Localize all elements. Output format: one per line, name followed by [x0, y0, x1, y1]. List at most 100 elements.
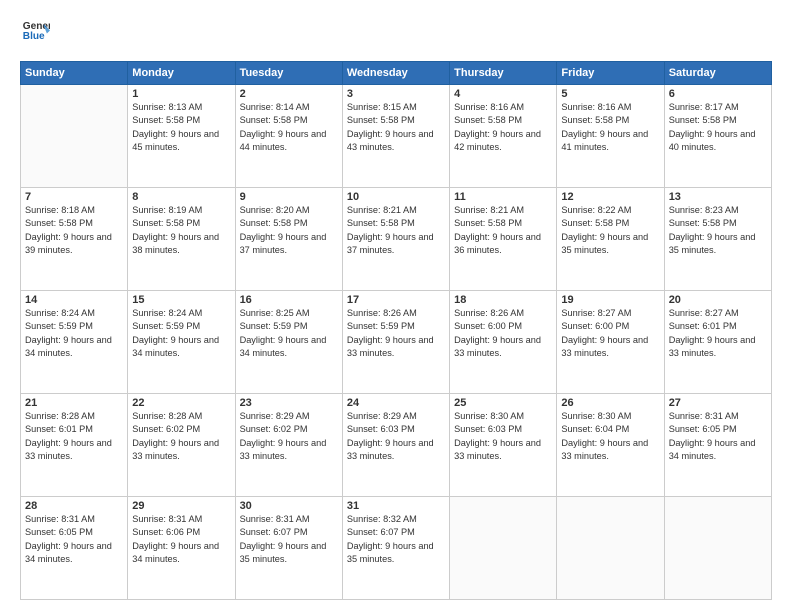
- day-info: Sunrise: 8:20 AMSunset: 5:58 PMDaylight:…: [240, 204, 338, 257]
- week-row-3: 21Sunrise: 8:28 AMSunset: 6:01 PMDayligh…: [21, 394, 772, 497]
- logo-icon: General Blue: [22, 18, 50, 46]
- calendar-table: SundayMondayTuesdayWednesdayThursdayFrid…: [20, 61, 772, 600]
- day-cell: 19Sunrise: 8:27 AMSunset: 6:00 PMDayligh…: [557, 291, 664, 394]
- day-number: 20: [669, 294, 767, 306]
- day-number: 25: [454, 397, 552, 409]
- day-info: Sunrise: 8:28 AMSunset: 6:02 PMDaylight:…: [132, 410, 230, 463]
- day-cell: 20Sunrise: 8:27 AMSunset: 6:01 PMDayligh…: [664, 291, 771, 394]
- day-number: 12: [561, 191, 659, 203]
- week-row-0: 1Sunrise: 8:13 AMSunset: 5:58 PMDaylight…: [21, 85, 772, 188]
- day-cell: 27Sunrise: 8:31 AMSunset: 6:05 PMDayligh…: [664, 394, 771, 497]
- day-number: 19: [561, 294, 659, 306]
- day-info: Sunrise: 8:23 AMSunset: 5:58 PMDaylight:…: [669, 204, 767, 257]
- day-cell: 22Sunrise: 8:28 AMSunset: 6:02 PMDayligh…: [128, 394, 235, 497]
- day-number: 7: [25, 191, 123, 203]
- day-number: 13: [669, 191, 767, 203]
- day-info: Sunrise: 8:21 AMSunset: 5:58 PMDaylight:…: [347, 204, 445, 257]
- day-number: 8: [132, 191, 230, 203]
- weekday-header-sunday: Sunday: [21, 62, 128, 85]
- day-cell: 26Sunrise: 8:30 AMSunset: 6:04 PMDayligh…: [557, 394, 664, 497]
- day-info: Sunrise: 8:31 AMSunset: 6:05 PMDaylight:…: [669, 410, 767, 463]
- day-cell: 9Sunrise: 8:20 AMSunset: 5:58 PMDaylight…: [235, 188, 342, 291]
- weekday-header-monday: Monday: [128, 62, 235, 85]
- day-info: Sunrise: 8:26 AMSunset: 5:59 PMDaylight:…: [347, 307, 445, 360]
- day-cell: 15Sunrise: 8:24 AMSunset: 5:59 PMDayligh…: [128, 291, 235, 394]
- day-number: 18: [454, 294, 552, 306]
- day-cell: 23Sunrise: 8:29 AMSunset: 6:02 PMDayligh…: [235, 394, 342, 497]
- day-cell: 7Sunrise: 8:18 AMSunset: 5:58 PMDaylight…: [21, 188, 128, 291]
- day-info: Sunrise: 8:24 AMSunset: 5:59 PMDaylight:…: [25, 307, 123, 360]
- day-info: Sunrise: 8:13 AMSunset: 5:58 PMDaylight:…: [132, 101, 230, 154]
- day-number: 15: [132, 294, 230, 306]
- day-info: Sunrise: 8:21 AMSunset: 5:58 PMDaylight:…: [454, 204, 552, 257]
- day-number: 9: [240, 191, 338, 203]
- page: General Blue SundayMondayTuesdayWednesda…: [0, 0, 792, 612]
- day-cell: 6Sunrise: 8:17 AMSunset: 5:58 PMDaylight…: [664, 85, 771, 188]
- day-info: Sunrise: 8:27 AMSunset: 6:00 PMDaylight:…: [561, 307, 659, 360]
- weekday-header-saturday: Saturday: [664, 62, 771, 85]
- weekday-header-wednesday: Wednesday: [342, 62, 449, 85]
- day-number: 23: [240, 397, 338, 409]
- day-info: Sunrise: 8:14 AMSunset: 5:58 PMDaylight:…: [240, 101, 338, 154]
- day-cell: [557, 497, 664, 600]
- svg-text:Blue: Blue: [23, 31, 45, 42]
- day-number: 30: [240, 500, 338, 512]
- day-info: Sunrise: 8:30 AMSunset: 6:04 PMDaylight:…: [561, 410, 659, 463]
- week-row-4: 28Sunrise: 8:31 AMSunset: 6:05 PMDayligh…: [21, 497, 772, 600]
- day-info: Sunrise: 8:22 AMSunset: 5:58 PMDaylight:…: [561, 204, 659, 257]
- day-cell: 29Sunrise: 8:31 AMSunset: 6:06 PMDayligh…: [128, 497, 235, 600]
- day-info: Sunrise: 8:18 AMSunset: 5:58 PMDaylight:…: [25, 204, 123, 257]
- day-number: 27: [669, 397, 767, 409]
- day-info: Sunrise: 8:29 AMSunset: 6:03 PMDaylight:…: [347, 410, 445, 463]
- week-row-1: 7Sunrise: 8:18 AMSunset: 5:58 PMDaylight…: [21, 188, 772, 291]
- day-cell: 14Sunrise: 8:24 AMSunset: 5:59 PMDayligh…: [21, 291, 128, 394]
- day-number: 16: [240, 294, 338, 306]
- day-info: Sunrise: 8:17 AMSunset: 5:58 PMDaylight:…: [669, 101, 767, 154]
- day-number: 14: [25, 294, 123, 306]
- day-cell: 13Sunrise: 8:23 AMSunset: 5:58 PMDayligh…: [664, 188, 771, 291]
- day-number: 6: [669, 88, 767, 100]
- day-cell: [664, 497, 771, 600]
- header: General Blue: [20, 18, 772, 51]
- day-info: Sunrise: 8:28 AMSunset: 6:01 PMDaylight:…: [25, 410, 123, 463]
- logo: General Blue: [20, 18, 50, 51]
- day-cell: [450, 497, 557, 600]
- day-cell: 31Sunrise: 8:32 AMSunset: 6:07 PMDayligh…: [342, 497, 449, 600]
- day-cell: 8Sunrise: 8:19 AMSunset: 5:58 PMDaylight…: [128, 188, 235, 291]
- day-number: 22: [132, 397, 230, 409]
- day-number: 2: [240, 88, 338, 100]
- week-row-2: 14Sunrise: 8:24 AMSunset: 5:59 PMDayligh…: [21, 291, 772, 394]
- weekday-header-tuesday: Tuesday: [235, 62, 342, 85]
- day-info: Sunrise: 8:27 AMSunset: 6:01 PMDaylight:…: [669, 307, 767, 360]
- day-number: 5: [561, 88, 659, 100]
- day-cell: 28Sunrise: 8:31 AMSunset: 6:05 PMDayligh…: [21, 497, 128, 600]
- day-info: Sunrise: 8:31 AMSunset: 6:06 PMDaylight:…: [132, 513, 230, 566]
- day-number: 4: [454, 88, 552, 100]
- day-info: Sunrise: 8:31 AMSunset: 6:05 PMDaylight:…: [25, 513, 123, 566]
- day-number: 11: [454, 191, 552, 203]
- weekday-header-friday: Friday: [557, 62, 664, 85]
- day-number: 21: [25, 397, 123, 409]
- day-cell: 17Sunrise: 8:26 AMSunset: 5:59 PMDayligh…: [342, 291, 449, 394]
- day-number: 29: [132, 500, 230, 512]
- day-number: 3: [347, 88, 445, 100]
- day-cell: 11Sunrise: 8:21 AMSunset: 5:58 PMDayligh…: [450, 188, 557, 291]
- day-info: Sunrise: 8:32 AMSunset: 6:07 PMDaylight:…: [347, 513, 445, 566]
- day-info: Sunrise: 8:19 AMSunset: 5:58 PMDaylight:…: [132, 204, 230, 257]
- day-info: Sunrise: 8:24 AMSunset: 5:59 PMDaylight:…: [132, 307, 230, 360]
- day-cell: [21, 85, 128, 188]
- day-cell: 24Sunrise: 8:29 AMSunset: 6:03 PMDayligh…: [342, 394, 449, 497]
- weekday-header-row: SundayMondayTuesdayWednesdayThursdayFrid…: [21, 62, 772, 85]
- day-number: 24: [347, 397, 445, 409]
- day-cell: 25Sunrise: 8:30 AMSunset: 6:03 PMDayligh…: [450, 394, 557, 497]
- day-number: 10: [347, 191, 445, 203]
- day-info: Sunrise: 8:29 AMSunset: 6:02 PMDaylight:…: [240, 410, 338, 463]
- day-info: Sunrise: 8:16 AMSunset: 5:58 PMDaylight:…: [454, 101, 552, 154]
- day-cell: 3Sunrise: 8:15 AMSunset: 5:58 PMDaylight…: [342, 85, 449, 188]
- day-cell: 16Sunrise: 8:25 AMSunset: 5:59 PMDayligh…: [235, 291, 342, 394]
- day-cell: 10Sunrise: 8:21 AMSunset: 5:58 PMDayligh…: [342, 188, 449, 291]
- day-number: 28: [25, 500, 123, 512]
- day-number: 17: [347, 294, 445, 306]
- day-cell: 21Sunrise: 8:28 AMSunset: 6:01 PMDayligh…: [21, 394, 128, 497]
- day-info: Sunrise: 8:30 AMSunset: 6:03 PMDaylight:…: [454, 410, 552, 463]
